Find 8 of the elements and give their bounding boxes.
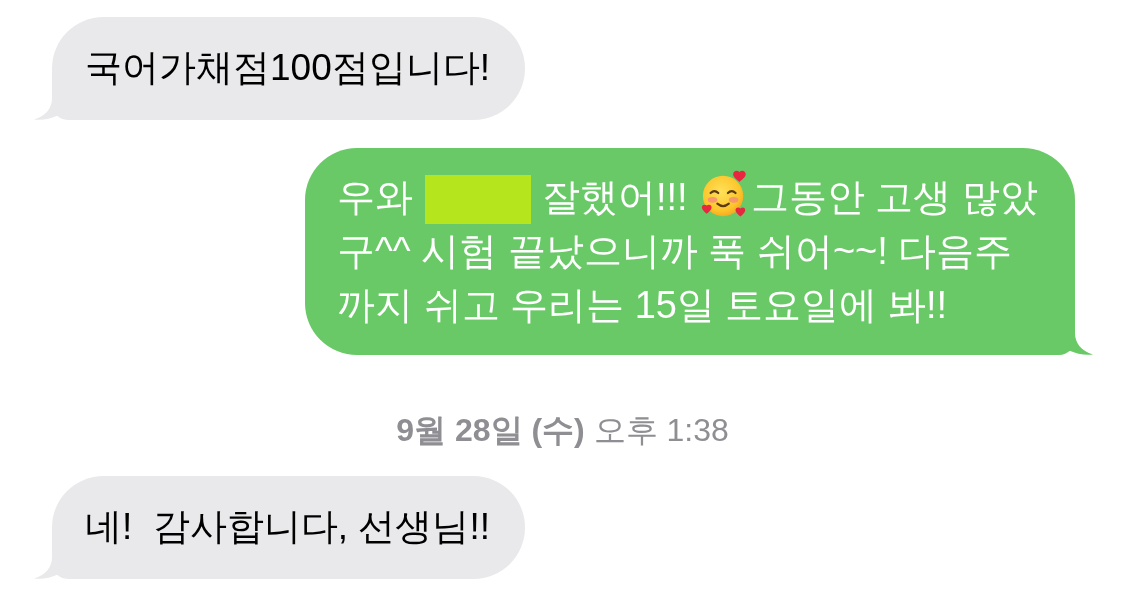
message-text: 네! 감사합니다, 선생님!! [85, 506, 490, 547]
message-text: 구^^ 시험 끝났으니까 푹 쉬어~~! 다음주 [337, 230, 1013, 272]
message-text: 그동안 고생 많았 [750, 176, 1038, 218]
message-text: 까지 쉬고 우리는 15일 토요일에 봐!! [337, 284, 948, 326]
message-text: 잘했어!!! [542, 176, 688, 218]
message-text: 우와 [337, 176, 413, 218]
timestamp: 9월 28일 (수) 오후 1:38 [396, 411, 729, 450]
message-text: 국어가채점100점입니다! [85, 47, 490, 88]
